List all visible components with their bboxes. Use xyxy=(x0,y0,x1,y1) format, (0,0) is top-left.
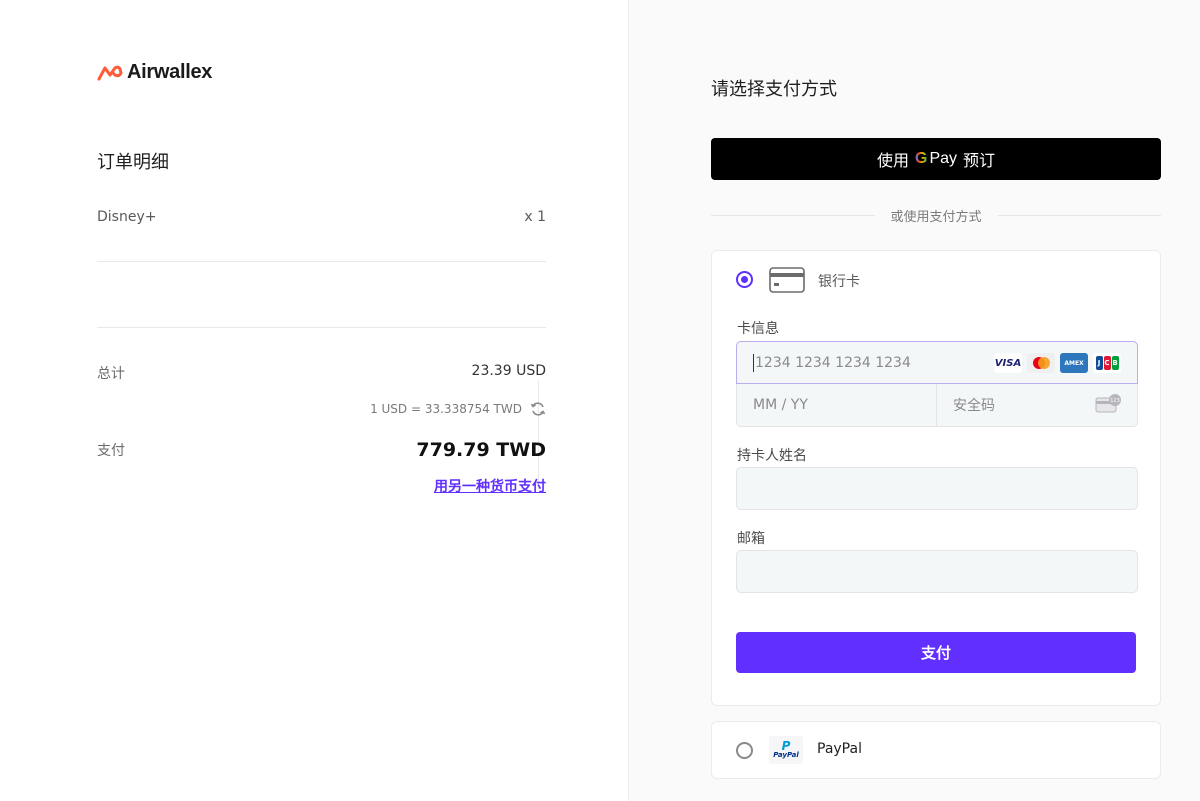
card-brands: VISA AMEX JCB xyxy=(994,353,1121,373)
google-pay-button[interactable]: 使用 G Pay 预订 xyxy=(711,138,1161,180)
card-info-label: 卡信息 xyxy=(737,321,779,337)
card-number-placeholder: 1234 1234 1234 1234 xyxy=(755,354,911,371)
google-pay-logo: G Pay xyxy=(915,150,957,168)
card-input-group: 1234 1234 1234 1234 VISA AMEX JCB MM / Y… xyxy=(736,341,1138,427)
cardholder-name-input[interactable] xyxy=(736,467,1138,510)
separator-line xyxy=(538,380,539,490)
divider xyxy=(997,214,1162,216)
divider xyxy=(97,261,546,262)
credit-card-icon xyxy=(769,267,805,293)
divider xyxy=(711,214,875,216)
expiry-input[interactable]: MM / YY xyxy=(736,384,937,427)
pay-amount: 779.79 TWD xyxy=(416,439,546,461)
email-label: 邮箱 xyxy=(737,531,765,547)
cardholder-name-label: 持卡人姓名 xyxy=(737,448,807,464)
order-summary-panel: Airwallex 订单明细 Disney+ x 1 总计 23.39 USD … xyxy=(0,0,628,801)
text-cursor xyxy=(753,353,754,372)
mastercard-icon xyxy=(1027,353,1055,373)
item-name: Disney+ xyxy=(97,209,157,225)
gpay-prefix: 使用 xyxy=(876,151,909,170)
airwallex-logo-icon xyxy=(97,65,123,80)
gpay-pay-text: Pay xyxy=(929,150,958,167)
exchange-rate: 1 USD = 33.338754 TWD xyxy=(370,401,546,417)
visa-icon: VISA xyxy=(994,353,1022,373)
card-payment-option: 银行卡 卡信息 1234 1234 1234 1234 VISA AMEX JC… xyxy=(711,250,1161,706)
gpay-suffix: 预订 xyxy=(963,151,996,170)
payment-panel: 请选择支付方式 使用 G Pay 预订 或使用支付方式 银行卡 卡信息 1234… xyxy=(628,0,1200,801)
divider xyxy=(97,327,546,328)
paypal-radio-button[interactable] xyxy=(736,742,753,759)
cvc-placeholder: 安全码 xyxy=(953,398,995,414)
card-number-input[interactable]: 1234 1234 1234 1234 VISA AMEX JCB xyxy=(736,341,1138,384)
google-g-icon: G xyxy=(914,150,928,167)
jcb-icon: JCB xyxy=(1093,353,1121,373)
refresh-icon[interactable] xyxy=(530,401,546,417)
paypal-logo-icon: P PayPal xyxy=(769,736,803,764)
pay-button[interactable]: 支付 xyxy=(736,632,1136,673)
total-label: 总计 xyxy=(97,366,125,382)
order-details-title: 订单明细 xyxy=(97,152,169,173)
card-method-label: 银行卡 xyxy=(818,274,860,290)
or-divider: 或使用支付方式 xyxy=(711,205,1162,225)
item-quantity: x 1 xyxy=(524,209,546,225)
brand-name: Airwallex xyxy=(127,61,213,83)
svg-text:123: 123 xyxy=(1110,398,1120,404)
or-text: 或使用支付方式 xyxy=(890,209,982,225)
pay-label: 支付 xyxy=(97,443,125,459)
total-value: 23.39 USD xyxy=(471,363,546,379)
card-radio-button[interactable] xyxy=(736,271,753,288)
email-input[interactable] xyxy=(736,550,1138,593)
payment-method-title: 请选择支付方式 xyxy=(711,79,837,100)
cvc-input[interactable]: 安全码 123 xyxy=(936,384,1138,427)
exchange-rate-text: 1 USD = 33.338754 TWD xyxy=(370,402,522,416)
order-item: Disney+ x 1 xyxy=(97,209,546,229)
paypal-payment-option[interactable]: P PayPal PayPal xyxy=(711,721,1161,779)
amex-icon: AMEX xyxy=(1060,353,1088,373)
airwallex-logo: Airwallex xyxy=(97,61,212,84)
cvc-card-icon: 123 xyxy=(1095,394,1121,413)
pay-other-currency-link[interactable]: 用另一种货币支付 xyxy=(434,476,546,496)
expiry-placeholder: MM / YY xyxy=(753,397,808,413)
paypal-label: PayPal xyxy=(817,741,862,757)
